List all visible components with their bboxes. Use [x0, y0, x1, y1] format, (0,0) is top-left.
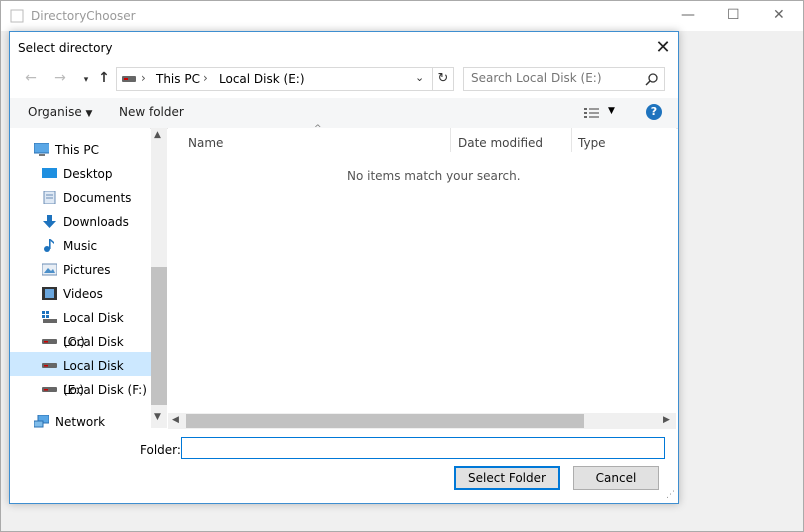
- up-arrow-icon: ↑: [98, 70, 110, 86]
- music-icon: [44, 239, 54, 252]
- breadcrumb-separator: ›: [203, 71, 208, 85]
- scroll-left-icon[interactable]: ◀: [172, 415, 179, 425]
- nav-item-local-disk-d[interactable]: Local Disk (D:): [42, 330, 148, 373]
- parent-window-title: DirectoryChooser: [31, 9, 136, 23]
- nav-scrollbar-thumb[interactable]: [151, 267, 167, 405]
- nav-item-label: Downloads: [63, 215, 129, 229]
- address-dropdown-icon[interactable]: ⌄: [415, 71, 424, 84]
- column-header-date-modified[interactable]: Date modified: [458, 136, 543, 150]
- nav-item-local-disk-e[interactable]: Local Disk (E:): [42, 354, 148, 397]
- parent-titlebar: DirectoryChooser — ☐ ✕: [1, 1, 803, 31]
- view-options-icon[interactable]: [584, 108, 600, 118]
- downloads-icon: [43, 215, 56, 228]
- dialog-title: Select directory: [18, 41, 113, 55]
- scroll-up-icon[interactable]: ▲: [154, 130, 161, 140]
- help-button[interactable]: ?: [646, 104, 662, 120]
- videos-icon: [42, 287, 57, 300]
- navigation-pane: This PC Desktop Documents Downloads Musi…: [10, 128, 151, 429]
- nav-item-desktop[interactable]: Desktop: [42, 162, 148, 186]
- nav-item-network[interactable]: Network: [34, 410, 146, 434]
- view-dropdown-icon[interactable]: ▼: [608, 106, 615, 116]
- nav-item-label: Music: [63, 239, 98, 253]
- search-box[interactable]: [463, 67, 665, 91]
- nav-item-music[interactable]: Music: [42, 234, 148, 258]
- nav-item-videos[interactable]: Videos: [42, 282, 148, 306]
- column-header-type[interactable]: Type: [578, 136, 606, 150]
- breadcrumb-this-pc[interactable]: This PC: [156, 72, 200, 86]
- address-bar[interactable]: › This PC › Local Disk (E:) ⌄: [116, 67, 452, 91]
- organise-label: Organise: [28, 105, 82, 119]
- forward-button[interactable]: →: [50, 68, 70, 88]
- refresh-button[interactable]: ↻: [432, 67, 454, 91]
- new-folder-button[interactable]: New folder: [119, 105, 184, 119]
- nav-item-label: This PC: [55, 143, 99, 157]
- column-header-name[interactable]: Name: [188, 136, 223, 150]
- nav-item-label: Videos: [63, 287, 103, 301]
- nav-item-label: Network: [55, 415, 106, 429]
- sort-ascending-icon: ^: [314, 124, 322, 134]
- nav-item-this-pc[interactable]: This PC: [34, 138, 144, 162]
- column-divider[interactable]: [571, 128, 572, 152]
- windows-drive-icon: [42, 311, 57, 323]
- search-icon: [645, 73, 658, 86]
- drive-icon: [42, 387, 57, 392]
- empty-message: No items match your search.: [347, 169, 521, 183]
- search-input[interactable]: [464, 68, 641, 88]
- back-arrow-icon: ←: [25, 70, 37, 86]
- documents-icon: [43, 191, 56, 204]
- drive-icon: [42, 339, 57, 344]
- refresh-icon: ↻: [437, 71, 449, 86]
- back-button[interactable]: ←: [21, 68, 41, 88]
- parent-close-button[interactable]: ✕: [773, 7, 785, 23]
- app-icon: [10, 9, 24, 23]
- nav-item-documents[interactable]: Documents: [42, 186, 148, 210]
- forward-arrow-icon: →: [54, 70, 66, 86]
- chevron-down-icon: ▼: [85, 109, 93, 119]
- nav-item-label: Documents: [63, 191, 132, 205]
- folder-label: Folder:: [140, 443, 181, 457]
- drive-icon: [42, 363, 57, 368]
- resize-grip-icon[interactable]: ⋰: [666, 490, 676, 500]
- scroll-right-icon[interactable]: ▶: [663, 415, 670, 425]
- pictures-icon: [42, 263, 57, 276]
- recent-locations-button[interactable]: ▾: [80, 70, 92, 90]
- nav-item-label: Pictures: [63, 263, 111, 277]
- cancel-button[interactable]: Cancel: [573, 466, 659, 490]
- select-directory-dialog: Select directory ✕ ← → ▾ ↑ › This PC › L…: [9, 31, 679, 504]
- nav-item-label: Local Disk (F:): [63, 383, 147, 397]
- nav-item-downloads[interactable]: Downloads: [42, 210, 148, 234]
- dialog-close-button[interactable]: ✕: [650, 35, 676, 61]
- nav-item-local-disk-f[interactable]: Local Disk (F:): [42, 378, 148, 402]
- nav-item-local-disk-c[interactable]: Local Disk (C:): [42, 306, 148, 349]
- desktop-icon: [42, 168, 57, 178]
- breadcrumb-separator: ›: [141, 71, 146, 85]
- column-divider[interactable]: [450, 128, 451, 152]
- chevron-down-icon: ▾: [83, 75, 89, 85]
- help-icon: ?: [650, 105, 658, 118]
- pc-icon: [34, 143, 49, 156]
- drive-icon: [122, 76, 136, 82]
- minimize-button[interactable]: —: [681, 7, 695, 23]
- command-bar: Organise ▼ New folder ▼ ?: [10, 98, 678, 129]
- breadcrumb-local-disk-e[interactable]: Local Disk (E:): [219, 72, 305, 86]
- nav-item-pictures[interactable]: Pictures: [42, 258, 148, 282]
- maximize-button[interactable]: ☐: [727, 7, 740, 23]
- organise-menu[interactable]: Organise ▼: [28, 105, 92, 119]
- network-icon: [34, 415, 49, 428]
- scroll-down-icon[interactable]: ▼: [154, 412, 161, 422]
- select-folder-button[interactable]: Select Folder: [454, 466, 560, 490]
- up-button[interactable]: ↑: [94, 68, 114, 88]
- horizontal-scrollbar-thumb[interactable]: [186, 414, 584, 428]
- folder-input[interactable]: [181, 437, 665, 459]
- nav-item-label: Desktop: [63, 167, 113, 181]
